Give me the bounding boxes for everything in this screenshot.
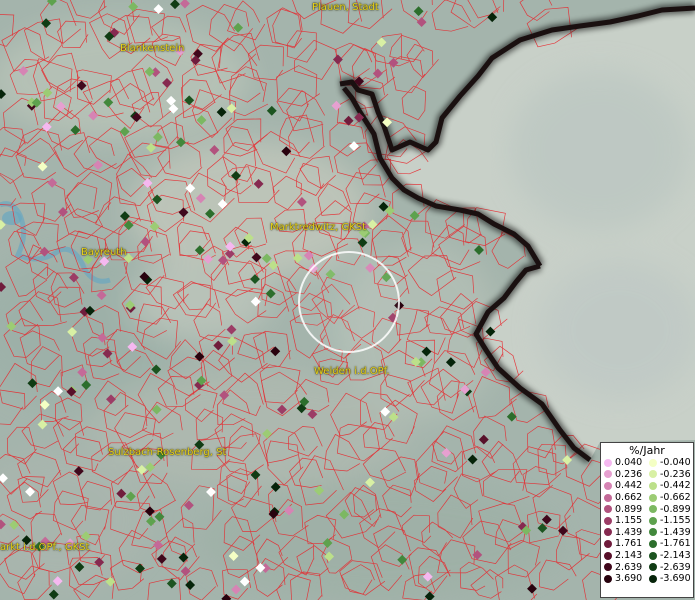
legend-entry-positive: 3.690 [604,573,642,585]
legend-row: 2.143 -2.143 [601,550,693,562]
legend-entry-negative: -0.662 [649,492,691,504]
place-label-blankenstein: Blankenstein [120,43,185,54]
legend-swatch [649,563,657,572]
legend-swatch [649,551,657,560]
legend-entry-negative: -0.442 [649,480,691,492]
legend-value: 1.439 [615,526,643,538]
legend-value: 0.662 [615,492,643,504]
legend-row: 1.155 -1.155 [601,515,693,527]
legend-swatch [604,563,612,572]
place-label-marktredwitz: Marktredwitz, GKSt [270,222,367,233]
legend-swatch [604,539,612,548]
place-label-bayreuth: Bayreuth [81,247,127,258]
legend-entry-positive: 0.442 [604,480,642,492]
legend-value: 0.236 [615,468,643,480]
legend-title: %/Jahr [629,444,665,457]
legend-swatch [649,481,657,490]
legend-row: 3.690 -3.690 [601,573,693,585]
legend-row: 0.442 -0.442 [601,480,693,492]
legend-entry-negative: -0.236 [649,469,691,481]
legend-value: 2.639 [615,561,643,573]
legend-value: 3.690 [615,573,643,585]
legend-value: -0.662 [660,492,691,504]
legend-entry-positive: 1.439 [604,527,642,539]
legend-swatch [604,470,612,479]
legend-value: -1.155 [660,515,691,527]
legend-row: 0.236 -0.236 [601,469,693,481]
legend-entry-positive: 0.662 [604,492,642,504]
legend-entry-negative: -0.899 [649,503,691,515]
legend-row: 0.662 -0.662 [601,492,693,504]
legend-value: -0.899 [660,503,691,515]
legend-value: -0.040 [660,457,691,469]
legend-swatch [604,551,612,560]
lake [2,211,22,225]
selection-circle[interactable] [298,251,400,353]
map-canvas[interactable] [0,0,695,600]
legend-swatch [604,516,612,525]
legend-value: -0.442 [660,480,691,492]
legend-value: -2.639 [660,561,691,573]
legend-entry-positive: 2.639 [604,561,642,573]
legend-entry-negative: -1.439 [649,527,691,539]
legend-entry-positive: 2.143 [604,550,642,562]
legend-entry-positive: 1.155 [604,515,642,527]
legend-swatch [649,539,657,548]
place-label-neumarkt: arkt i.d.OPf., GKSt [0,542,90,553]
legend-entry-positive: 0.236 [604,469,642,481]
legend-value: -3.690 [660,573,691,585]
legend-row: 2.639 -2.639 [601,561,693,573]
legend-swatch [604,481,612,490]
legend-entry-negative: -2.639 [649,561,691,573]
legend-swatch [649,528,657,537]
legend-entry-negative: -0.040 [649,457,691,469]
legend-row: 1.761 -1.761 [601,538,693,550]
legend-swatch [604,505,612,514]
legend-value: 0.899 [615,503,643,515]
legend-value: 1.761 [615,538,643,550]
legend-entry-negative: -1.155 [649,515,691,527]
legend-swatch [604,574,612,583]
place-label-weiden: Weiden i.d.OPf. [314,366,390,377]
legend-value: -0.236 [660,468,691,480]
legend-swatch [649,458,657,467]
legend-row: 0.040 -0.040 [601,457,693,469]
legend-entry-negative: -3.690 [649,573,691,585]
legend-row: 0.899 -0.899 [601,503,693,515]
legend-swatch [604,528,612,537]
legend-swatch [649,574,657,583]
place-label-sulzbach: Sulzbach-Rosenberg, St [108,447,227,458]
legend-swatch [604,493,612,502]
place-label-plauen: Plauen, Stadt [312,2,379,13]
legend-entry-negative: -1.761 [649,538,691,550]
legend-entry-positive: 1.761 [604,538,642,550]
legend-swatch [649,470,657,479]
legend-value: -1.439 [660,526,691,538]
legend-swatch [649,516,657,525]
legend: %/Jahr 0.040 -0.040 0.236 -0.236 0.442 -0.442… [600,442,694,598]
legend-rows: 0.040 -0.040 0.236 -0.236 0.442 -0.442 0.662 -0… [601,457,693,585]
legend-entry-positive: 0.040 [604,457,642,469]
legend-value: 2.143 [615,550,643,562]
legend-swatch [649,505,657,514]
legend-value: 1.155 [615,515,643,527]
legend-value: -1.761 [660,538,691,550]
legend-entry-positive: 0.899 [604,503,642,515]
legend-row: 1.439 -1.439 [601,527,693,539]
legend-swatch [649,493,657,502]
legend-value: -2.143 [660,550,691,562]
legend-value: 0.040 [615,457,643,469]
legend-value: 0.442 [615,480,643,492]
legend-swatch [604,458,612,467]
legend-entry-negative: -2.143 [649,550,691,562]
